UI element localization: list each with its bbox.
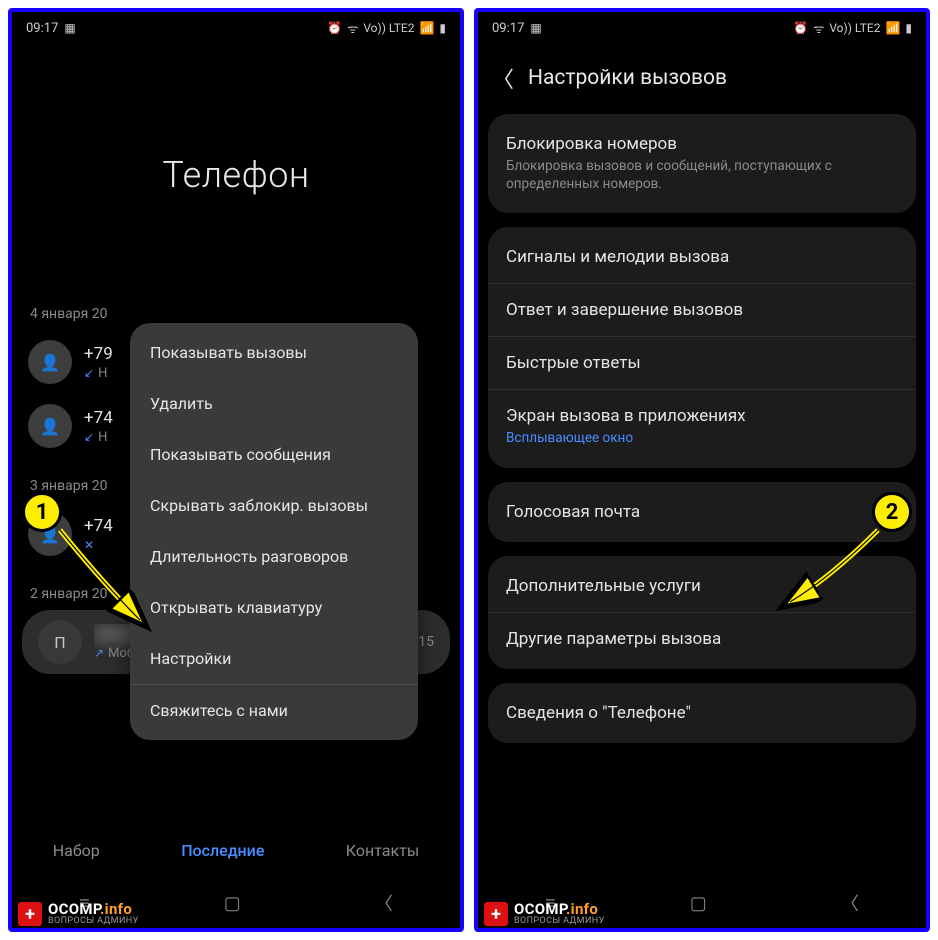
page-title: Настройки вызовов — [528, 66, 727, 90]
menu-item-hide-blocked[interactable]: Скрывать заблокир. вызовы — [130, 480, 418, 531]
menu-item-show-calls[interactable]: Показывать вызовы — [130, 327, 418, 378]
nav-recent-icon[interactable]: ≡ — [79, 893, 90, 914]
settings-item-supplementary[interactable]: Дополнительные услуги — [488, 560, 916, 612]
wifi-icon: ᯤ — [347, 20, 358, 37]
nav-home-icon[interactable]: ▢ — [224, 893, 241, 914]
settings-card: Голосовая почта — [488, 482, 916, 542]
nav-bar: ≡ ▢ 〈 — [12, 878, 460, 928]
settings-card: Блокировка номеров Блокировка вызовов и … — [488, 114, 916, 213]
screenshot-right: 09:17 ▦ ⏰ ᯤ Vo)) LTE2 📶 ▮ 〈 Настройки вы… — [474, 8, 930, 932]
tab-contacts[interactable]: Контакты — [346, 841, 419, 860]
phone-app-body: Телефон 4 января 20 👤 +79 ↙Н 👤 +74 ↙Н 3 … — [12, 44, 460, 822]
settings-list: Блокировка номеров Блокировка вызовов и … — [478, 114, 926, 878]
lte-icon: Vo)) LTE2 — [363, 21, 414, 35]
signal-icon: 📶 — [419, 21, 434, 35]
step-number: 2 — [872, 492, 912, 532]
battery-icon: ▮ — [905, 21, 912, 35]
image-icon: ▦ — [530, 21, 541, 35]
status-time: 09:17 — [492, 21, 524, 36]
settings-item-other-call[interactable]: Другие параметры вызова — [488, 612, 916, 665]
menu-item-show-messages[interactable]: Показывать сообщения — [130, 429, 418, 480]
back-icon[interactable]: 〈 — [492, 62, 514, 94]
nav-home-icon[interactable]: ▢ — [690, 893, 707, 914]
annotation-step1: 1 — [22, 492, 62, 532]
avatar-letter: П — [38, 620, 82, 664]
bottom-tabs: Набор Последние Контакты — [12, 822, 460, 878]
battery-icon: ▮ — [439, 21, 446, 35]
context-menu: Показывать вызовы Удалить Показывать соо… — [130, 323, 418, 740]
menu-item-settings[interactable]: Настройки — [130, 633, 418, 684]
tab-dialpad[interactable]: Набор — [53, 841, 100, 860]
settings-card: Сигналы и мелодии вызова Ответ и заверше… — [488, 227, 916, 467]
settings-item-answer-end[interactable]: Ответ и завершение вызовов — [488, 283, 916, 336]
menu-item-delete[interactable]: Удалить — [130, 378, 418, 429]
alarm-icon: ⏰ — [793, 21, 808, 35]
annotation-step2: 2 — [872, 492, 912, 532]
status-bar: 09:17 ▦ ⏰ ᯤ Vo)) LTE2 📶 ▮ — [478, 12, 926, 44]
menu-item-contact-us[interactable]: Свяжитесь с нами — [130, 684, 418, 736]
settings-item-block-numbers[interactable]: Блокировка номеров Блокировка вызовов и … — [488, 118, 916, 209]
missed-icon: ✕ — [84, 538, 94, 552]
tab-recent[interactable]: Последние — [181, 841, 264, 860]
settings-item-about-phone[interactable]: Сведения о "Телефоне" — [488, 687, 916, 739]
settings-item-call-display[interactable]: Экран вызова в приложениях Всплывающее о… — [488, 389, 916, 463]
status-bar: 09:17 ▦ ⏰ ᯤ Vo)) LTE2 📶 ▮ — [12, 12, 460, 44]
incoming-icon: ↙ — [84, 430, 94, 444]
nav-back-icon[interactable]: 〈 — [375, 890, 393, 916]
nav-back-icon[interactable]: 〈 — [841, 890, 859, 916]
wifi-icon: ᯤ — [813, 20, 824, 37]
settings-card: Дополнительные услуги Другие параметры в… — [488, 556, 916, 669]
settings-item-ringtones[interactable]: Сигналы и мелодии вызова — [488, 231, 916, 283]
date-header: 4 января 20 — [30, 306, 460, 322]
settings-item-quick-replies[interactable]: Быстрые ответы — [488, 336, 916, 389]
settings-card: Сведения о "Телефоне" — [488, 683, 916, 743]
avatar-icon: 👤 — [28, 340, 72, 384]
signal-icon: 📶 — [885, 21, 900, 35]
avatar-icon: 👤 — [28, 404, 72, 448]
status-time: 09:17 — [26, 21, 58, 36]
menu-item-call-duration[interactable]: Длительность разговоров — [130, 531, 418, 582]
app-title: Телефон — [12, 154, 460, 196]
nav-bar: ≡ ▢ 〈 — [478, 878, 926, 928]
incoming-icon: ↙ — [84, 366, 94, 380]
outgoing-icon: ↗ — [94, 646, 104, 660]
step-number: 1 — [22, 492, 62, 532]
image-icon: ▦ — [64, 21, 75, 35]
settings-item-voicemail[interactable]: Голосовая почта — [488, 486, 916, 538]
screenshot-left: 09:17 ▦ ⏰ ᯤ Vo)) LTE2 📶 ▮ Телефон 4 янва… — [8, 8, 464, 932]
settings-header: 〈 Настройки вызовов — [478, 44, 926, 114]
alarm-icon: ⏰ — [327, 21, 342, 35]
menu-item-open-keypad[interactable]: Открывать клавиатуру — [130, 582, 418, 633]
lte-icon: Vo)) LTE2 — [829, 21, 880, 35]
nav-recent-icon[interactable]: ≡ — [545, 893, 556, 914]
